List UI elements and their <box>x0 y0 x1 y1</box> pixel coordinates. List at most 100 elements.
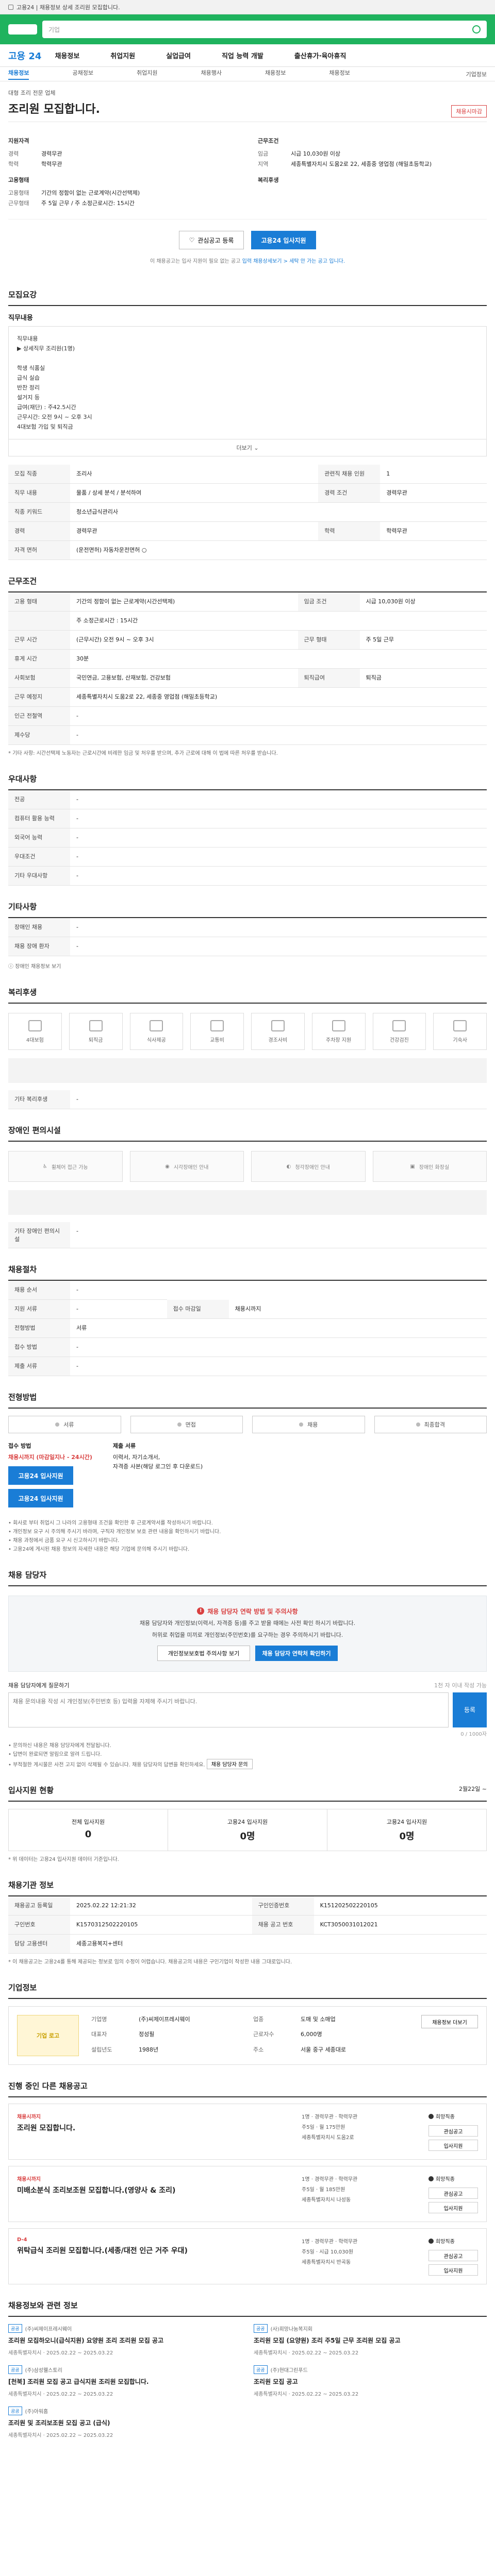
browser-strip: 고용24 | 채용정보 상세 조리원 모집합니다. <box>0 0 495 14</box>
overview-heading: 고용형태 <box>8 177 29 183</box>
disability-link[interactable]: ⓘ 장애인 채용정보 보기 <box>8 962 487 971</box>
duty-text: 직무내용 ▶ 상세직무 조리원(1명) 학생 식품실 급식 실습 반찬 정리 설… <box>8 326 487 439</box>
deadline-tag: 채용시까지 <box>17 2177 41 2182</box>
scrap-button[interactable]: 관심공고 <box>428 2125 478 2137</box>
section-title: 기타사항 <box>8 901 487 918</box>
etc-table: 장애인 채용 - 채용 장애 환자 - <box>8 918 487 956</box>
deadline-tag: D-4 <box>17 2237 27 2243</box>
other-job-title[interactable]: 위탁급식 조리원 모집합니다.(세종/대전 인근 거주 우대) <box>17 2246 293 2256</box>
hope-job-icon <box>428 2113 434 2119</box>
search-input[interactable]: 기업 <box>42 21 487 38</box>
scrap-button[interactable]: ♡ 관심공고 등록 <box>179 231 244 249</box>
company-logo: 기업 로고 <box>17 2015 79 2056</box>
section-title: 장애인 편의시설 <box>8 1125 487 1142</box>
other-job-card[interactable]: 채용시까지 조리원 모집합니다. 1명 · 경력무관 · 학력무관 주5일 · … <box>8 2104 487 2160</box>
section-title: 채용 담당자 <box>8 1569 487 1586</box>
facility-other-table: 기타 장애인 편의시설 - <box>8 1222 487 1248</box>
facility-item: ♿ 휠체어 접근 가능 <box>8 1151 123 1182</box>
section-title: 채용정보와 관련 정보 <box>8 2300 487 2317</box>
recommend-item[interactable]: 공공 (주)아워홈 조리원 및 조리보조원 모집 공고 (급식) 세종특별자치시 … <box>8 2406 241 2438</box>
dorm-icon <box>453 1020 467 1031</box>
url-text: 고용24 | 채용정보 상세 조리원 모집합니다. <box>16 4 120 11</box>
process-step: 면접 <box>130 1416 243 1433</box>
section-title: 채용절차 <box>8 1264 487 1281</box>
apply-note-link[interactable]: 입력 채용상세보기 > 세탁 안 가는 공고 입니다. <box>242 259 345 264</box>
toilet-icon: ▣ <box>410 1163 415 1170</box>
header-logo[interactable] <box>8 24 37 35</box>
more-button[interactable]: 더보기 ⌄ <box>8 439 487 456</box>
gnb-menu-item[interactable]: 채용정보 <box>55 50 79 60</box>
insurance-icon <box>28 1020 42 1031</box>
company-name[interactable]: 대형 조리 전문 업체 <box>8 89 487 97</box>
inquiry-input[interactable] <box>8 1692 449 1727</box>
process-table: 채용 순서 - 지원 서류 - 접수 마감일 채용시까지 전형방법 서류 접수 방법 - 제… <box>8 1281 487 1376</box>
gnb-menu-item[interactable]: 실업급여 <box>166 50 191 60</box>
work-table: 고용 형태 기간의 정함이 없는 근로계약(시간선택제) 임금 조건 시급 10,03… <box>8 592 487 745</box>
section-title: 진행 중인 다른 채용공고 <box>8 2080 487 2097</box>
section-title: 채용기관 정보 <box>8 1879 487 1896</box>
section-title: 기업정보 <box>8 1982 487 1999</box>
section-title: 입사지원 현황 2월22일 ~ <box>8 1785 487 1802</box>
gnb-menu-item[interactable]: 직업 능력 개발 <box>222 50 263 60</box>
company-section: 기업정보 기업 로고 기업명 (주)씨제이프레시웨이 업종 도매 및 소매업 대표자… <box>8 1967 487 2065</box>
company-more-button[interactable]: 채용정보 더보기 <box>421 2015 478 2028</box>
retirement-icon <box>89 1020 103 1031</box>
subnav-item[interactable]: 취업지원 <box>137 69 157 80</box>
subnav-item[interactable]: 공채정보 <box>72 69 93 80</box>
gnb-menu-item[interactable]: 출산휴가·육아휴직 <box>294 50 346 60</box>
apply-method: 접수 방법 채용시까지 (마감일지나 - 24시간) 고용24 입사지원 고용2… <box>8 1442 487 1510</box>
process-step: 채용 <box>252 1416 365 1433</box>
apply-button[interactable]: 입사지원 <box>428 2264 478 2276</box>
recommend-item[interactable]: 공공 (사)희망나눔복지회 조리원 모집 (요양원) 조리 주5일 근무 조리원 … <box>254 2324 487 2356</box>
job-overview: 지원자격 경력 경력무관 학력 학력무관 고용형태 고용형태 기간의 정함이 없는 근… <box>8 122 487 219</box>
meal-icon <box>150 1020 163 1031</box>
facility-item: ▣ 장애인 화장실 <box>372 1151 487 1182</box>
subnav-right[interactable]: 기업정보 <box>466 70 487 78</box>
privacy-notice-button[interactable]: 개인정보보호법 주의사항 보기 <box>157 1645 250 1661</box>
health-icon <box>392 1020 406 1031</box>
other-jobs-section: 진행 중인 다른 채용공고 채용시까지 조리원 모집합니다. 1명 · 경력무관… <box>8 2065 487 2284</box>
process-step: 서류 <box>8 1416 121 1433</box>
gnb-menu-item[interactable]: 취업지원 <box>110 50 135 60</box>
work-note: * 기타 사항: 시간선택제 노동자는 근로시간에 비례한 임금 및 처우를 받… <box>8 751 278 756</box>
job-title: 조리원 모집합니다. <box>8 103 100 116</box>
scrap-button[interactable]: 관심공고 <box>428 2250 478 2261</box>
deadline-text: 채용시까지 (마감일지나 - 24시간) <box>8 1454 92 1461</box>
recommend-item[interactable]: 공공 (주)씨제이프레시웨이 조리원 모집하오니(급식지원) 요양원 조리 조리원… <box>8 2324 241 2356</box>
recommend-item[interactable]: 공공 (주)현대그린푸드 조리원 모집 공고 세종특별자치시 · 2025.02.… <box>254 2365 487 2397</box>
process-notes: • 회사로 부터 취업시 그 나라의 고용형태 조건을 확인한 후 근로계약서를… <box>8 1520 221 1552</box>
search-icon[interactable] <box>472 25 481 33</box>
scrap-button[interactable]: 관심공고 <box>428 2188 478 2199</box>
consult-section: 채용 담당자 ! 채용 담당자 연락 방법 및 주의사항 채용 담당자와 개인정보… <box>8 1554 487 1769</box>
subnav-item[interactable]: 채용행사 <box>201 69 221 80</box>
wheelchair-icon: ♿ <box>42 1163 47 1170</box>
other-job-title[interactable]: 조리원 모집합니다. <box>17 2123 293 2133</box>
subnav-item[interactable]: 채용정보 <box>329 69 350 80</box>
apply-button[interactable]: 고용24 입사지원 <box>8 1466 73 1485</box>
apply-button[interactable]: 입사지원 <box>428 2202 478 2213</box>
process-steps: 서류 면접 채용 최종합격 <box>8 1416 487 1433</box>
apply-button[interactable]: 입사지원 <box>428 2140 478 2151</box>
meta-table: 채용공고 등록일 2025.02.22 12:21:32 구인인증번호 K151202… <box>8 1896 487 1954</box>
deadline-badge: 채용시마감 <box>451 105 487 117</box>
apply-note: 이 채용공고는 입사 지원이 필요 없는 공고 입력 채용상세보기 > 세탁 안… <box>150 259 345 264</box>
eye-icon: ◉ <box>165 1163 170 1170</box>
overview-heading: 복리후생 <box>258 177 279 183</box>
subnav-item[interactable]: 채용정보 <box>265 69 286 80</box>
heart-icon: ♡ <box>189 236 195 244</box>
other-job-card[interactable]: 채용시까지 미배소분식 조리보조원 모집합니다.(영양사 & 조리) 1명 · … <box>8 2166 487 2222</box>
consult-inquiry-button[interactable]: 채용 담당자 문의 <box>206 1758 253 1769</box>
apply-button[interactable]: 고용24 입사지원 <box>251 231 316 249</box>
section-title: 모집요강 <box>8 289 487 306</box>
contact-check-button[interactable]: 채용 담당자 연락처 확인하기 <box>255 1645 338 1661</box>
step-dot-icon <box>55 1422 60 1427</box>
section-title: 근무조건 <box>8 575 487 592</box>
recommend-item[interactable]: 공공 (주)삼성웰스토리 [천북] 조리원 모집 공고 급식지원 조리원 모집합니… <box>8 2365 241 2397</box>
subnav-item[interactable]: 채용정보 <box>8 69 29 80</box>
other-job-card[interactable]: D-4 위탁급식 조리원 모집합니다.(세종/대전 인근 거주 우대) 1명 ·… <box>8 2228 487 2284</box>
inquiry-submit-button[interactable]: 등록 <box>453 1692 487 1727</box>
apply-button[interactable]: 고용24 입사지원 <box>8 1489 73 1507</box>
header-bar: 기업 <box>0 14 495 44</box>
site-logo[interactable]: 고용 24 <box>8 49 41 62</box>
other-job-title[interactable]: 미배소분식 조리보조원 모집합니다.(영양사 & 조리) <box>17 2185 293 2196</box>
